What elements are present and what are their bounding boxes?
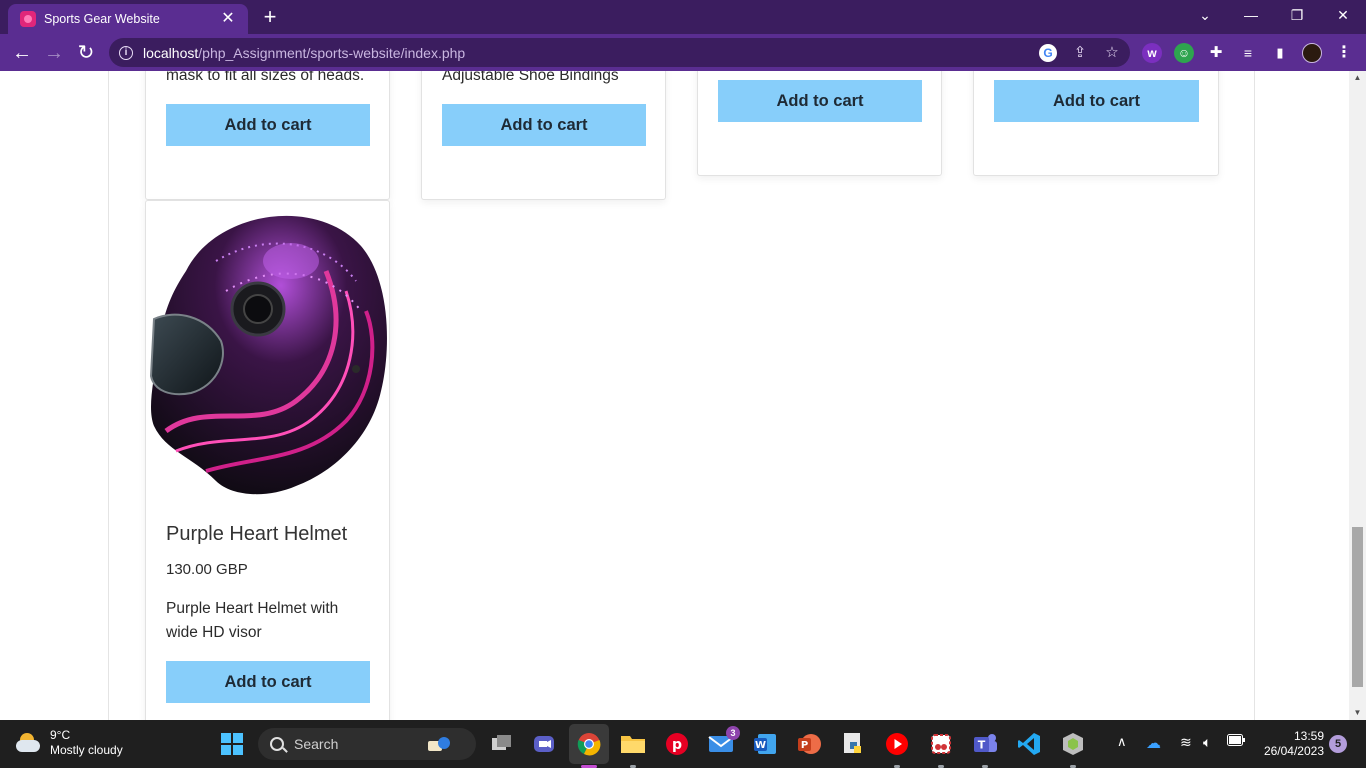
volume-icon[interactable]: 🔈︎	[1203, 734, 1211, 751]
battery-icon[interactable]	[1227, 734, 1245, 749]
clock-time: 13:59	[1293, 729, 1324, 743]
web-page: mask to fit all sizes of heads. Add to c…	[0, 71, 1349, 720]
clock-date: 26/04/2023	[1263, 744, 1324, 758]
product-description: Adjustable Shoe Bindings	[442, 71, 619, 84]
helmet-product-image[interactable]	[146, 201, 389, 501]
notification-badge[interactable]: 5	[1329, 735, 1347, 753]
url-text[interactable]: localhost/php_Assignment/sports-website/…	[143, 45, 465, 61]
weather-temperature: 9°C	[50, 728, 71, 742]
scroll-up-arrow-icon[interactable]: ▲	[1349, 71, 1366, 85]
scroll-down-arrow-icon[interactable]: ▼	[1349, 706, 1366, 720]
product-card-helmet: Purple Heart Helmet 130.00 GBP Purple He…	[145, 200, 390, 720]
product-description: Purple Heart Helmet with wide HD visor	[166, 600, 339, 641]
media-queue-icon[interactable]: ≡	[1238, 43, 1258, 63]
svg-text:T: T	[978, 739, 986, 752]
meet-camera-icon[interactable]	[530, 730, 558, 758]
word-icon[interactable]: W	[751, 730, 779, 758]
forward-arrow-icon[interactable]: →	[40, 39, 68, 67]
weather-condition: Mostly cloudy	[50, 743, 123, 757]
browser-tab-bar: Sports Gear Website ✕ + ⌄ — ❐ ✕	[0, 0, 1366, 34]
product-title: Purple Heart Helmet	[166, 523, 348, 545]
windows-taskbar: 9°C Mostly cloudy Search p 3 W P T ∧ ☁ ≋…	[0, 720, 1366, 768]
app-cube-icon[interactable]	[1059, 730, 1087, 758]
tab-close-icon[interactable]: ✕	[218, 9, 238, 29]
add-to-cart-button[interactable]: Add to cart	[166, 104, 370, 146]
add-to-cart-button[interactable]: Add to cart	[442, 104, 646, 146]
powerpoint-icon[interactable]: P	[795, 730, 823, 758]
svg-text:P: P	[801, 740, 808, 751]
add-to-cart-button[interactable]: Add to cart	[718, 80, 922, 122]
browser-toolbar: ← → ↻ i localhost/php_Assignment/sports-…	[0, 34, 1366, 71]
scroll-thumb[interactable]	[1352, 527, 1363, 687]
tab-search-chevron-icon[interactable]: ⌄	[1182, 0, 1228, 30]
menu-kebab-icon[interactable]: ⋮	[1334, 43, 1354, 63]
snipping-tool-icon[interactable]	[927, 730, 955, 758]
address-bar[interactable]: i localhost/php_Assignment/sports-websit…	[109, 38, 1130, 67]
reload-icon[interactable]: ↻	[72, 39, 100, 67]
product-card: Add to cart	[697, 71, 942, 176]
products-container: mask to fit all sizes of heads. Add to c…	[108, 71, 1255, 720]
chrome-icon[interactable]	[575, 730, 603, 758]
extension-robot-icon[interactable]: ☺	[1174, 43, 1194, 63]
extensions-puzzle-icon[interactable]: ✚	[1206, 43, 1226, 63]
mail-icon[interactable]: 3	[707, 726, 740, 758]
google-lens-icon[interactable]: G	[1039, 44, 1057, 62]
side-panel-icon[interactable]: ▮	[1270, 43, 1290, 63]
system-clock[interactable]: 13:59 26/04/2023	[1256, 729, 1324, 759]
site-info-icon[interactable]: i	[119, 45, 133, 60]
minimize-button[interactable]: —	[1228, 0, 1274, 30]
page-scrollbar[interactable]: ▲ ▼	[1349, 71, 1366, 720]
back-arrow-icon[interactable]: ←	[8, 39, 36, 67]
task-view-icon[interactable]	[488, 730, 516, 758]
weather-widget[interactable]: 9°C Mostly cloudy	[14, 728, 123, 758]
python-file-icon[interactable]	[839, 730, 867, 758]
close-window-button[interactable]: ✕	[1320, 0, 1366, 30]
add-to-cart-button[interactable]: Add to cart	[166, 661, 370, 703]
product-description: mask to fit all sizes of heads.	[166, 71, 365, 84]
cloud-sun-icon	[14, 733, 42, 753]
pinterest-icon[interactable]: p	[663, 730, 691, 758]
extension-w-icon[interactable]: w	[1142, 43, 1162, 63]
restore-button[interactable]: ❐	[1274, 0, 1320, 30]
tray-overflow-chevron-icon[interactable]: ∧	[1117, 734, 1127, 750]
search-icon	[270, 737, 284, 751]
product-price: 130.00 GBP	[166, 561, 248, 578]
site-favicon-icon	[20, 11, 36, 27]
product-card: Adjustable Shoe Bindings Add to cart	[421, 71, 666, 200]
new-tab-button[interactable]: +	[258, 5, 282, 29]
search-placeholder: Search	[294, 736, 339, 752]
bookmark-star-icon[interactable]: ☆	[1103, 44, 1121, 62]
profile-avatar[interactable]	[1302, 43, 1322, 63]
windows-start-icon[interactable]	[218, 730, 246, 758]
wifi-icon[interactable]: ≋	[1180, 734, 1192, 751]
browser-tab[interactable]: Sports Gear Website ✕	[8, 4, 248, 34]
onedrive-cloud-icon[interactable]: ☁	[1146, 734, 1161, 752]
vscode-icon[interactable]	[1015, 730, 1043, 758]
teams-icon[interactable]: T	[971, 730, 999, 758]
share-icon[interactable]: ⇪	[1071, 44, 1089, 62]
mail-badge: 3	[726, 726, 740, 740]
svg-text:W: W	[755, 740, 766, 751]
youtube-music-icon[interactable]	[883, 730, 911, 758]
tab-title: Sports Gear Website	[44, 12, 160, 26]
search-highlight-icon[interactable]	[424, 730, 452, 758]
product-card: mask to fit all sizes of heads. Add to c…	[145, 71, 390, 200]
file-explorer-icon[interactable]	[619, 730, 647, 758]
product-card: Add to cart	[973, 71, 1219, 176]
add-to-cart-button[interactable]: Add to cart	[994, 80, 1199, 122]
svg-text:p: p	[672, 737, 682, 753]
